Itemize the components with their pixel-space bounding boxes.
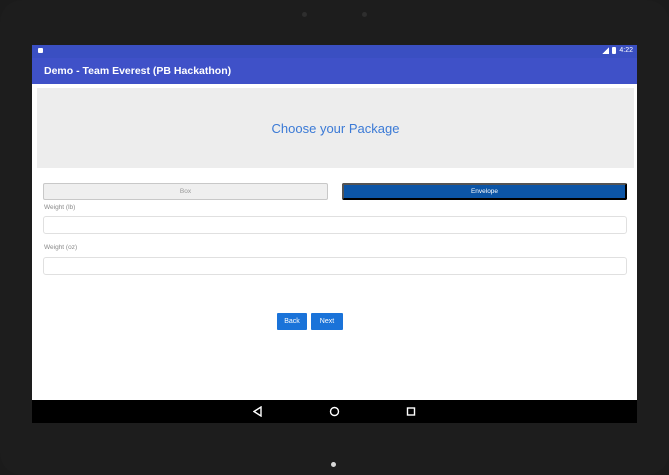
camera-icon [302,12,307,17]
next-button[interactable]: Next [311,313,343,330]
sensor-icon [362,12,367,17]
signal-icon [602,47,610,54]
back-triangle-icon[interactable] [253,406,263,417]
app-bar: Demo - Team Everest (PB Hackathon) [32,58,637,84]
weight-oz-input[interactable] [43,257,627,275]
heading-panel: Choose your Package [37,88,634,168]
weight-lb-label: Weight (lb) [44,204,76,211]
weight-oz-label: Weight (oz) [44,244,78,251]
box-option-button[interactable]: Box [43,183,328,200]
device-screen: 4:22 Demo - Team Everest (PB Hackathon) … [32,45,637,423]
home-circle-icon[interactable] [329,406,340,417]
back-button[interactable]: Back [277,313,307,330]
app-title: Demo - Team Everest (PB Hackathon) [44,65,232,77]
clock: 4:22 [619,47,633,54]
battery-icon [612,47,617,54]
recents-square-icon[interactable] [406,406,416,417]
status-bar: 4:22 [32,45,637,58]
page-title: Choose your Package [271,120,400,136]
hardware-home-dot [331,462,336,467]
system-nav-bar [32,400,637,423]
envelope-option-button[interactable]: Envelope [342,183,627,200]
weight-lb-input[interactable] [43,216,627,234]
notification-icon [38,48,43,53]
status-right: 4:22 [602,47,633,54]
